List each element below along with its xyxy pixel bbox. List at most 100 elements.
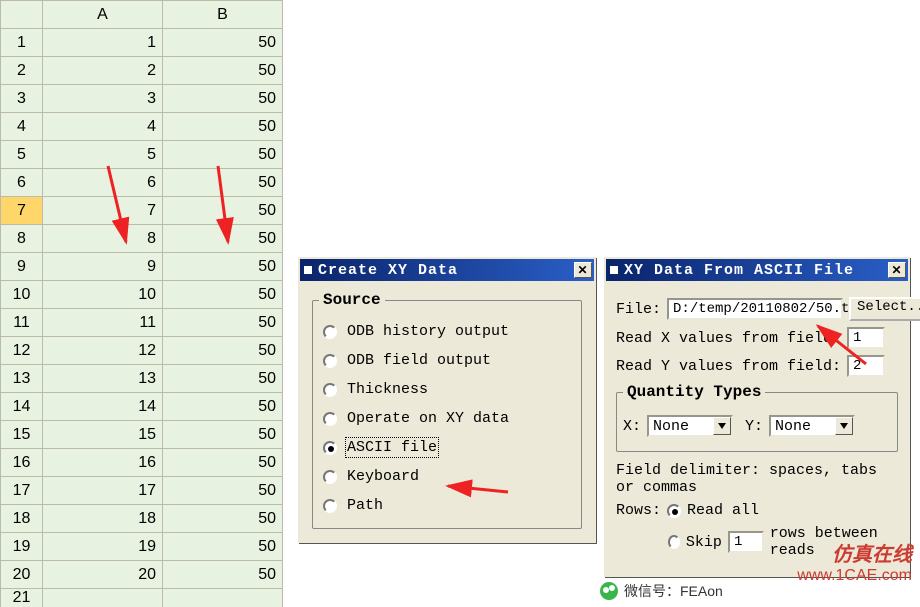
table-row[interactable]: 1150 bbox=[1, 29, 283, 57]
cell[interactable]: 50 bbox=[163, 477, 283, 505]
select-all-corner[interactable] bbox=[1, 1, 43, 29]
cell[interactable]: 50 bbox=[163, 225, 283, 253]
dialog-titlebar[interactable]: Create XY Data ✕ bbox=[300, 259, 594, 281]
table-row[interactable]: 21 bbox=[1, 589, 283, 607]
cell[interactable]: 3 bbox=[43, 85, 163, 113]
cell[interactable]: 50 bbox=[163, 421, 283, 449]
rows-skip-input[interactable]: 1 bbox=[728, 531, 764, 553]
table-row[interactable]: 141450 bbox=[1, 393, 283, 421]
source-option-odb-history[interactable]: ODB history output bbox=[319, 317, 575, 346]
table-row[interactable]: 181850 bbox=[1, 505, 283, 533]
cell[interactable]: 1 bbox=[43, 29, 163, 57]
cell[interactable]: 13 bbox=[43, 365, 163, 393]
table-row[interactable]: 202050 bbox=[1, 561, 283, 589]
source-option-operate-xy[interactable]: Operate on XY data bbox=[319, 404, 575, 433]
row-header[interactable]: 16 bbox=[1, 449, 43, 477]
table-row[interactable]: 4450 bbox=[1, 113, 283, 141]
cell[interactable]: 50 bbox=[163, 309, 283, 337]
table-row[interactable]: 161650 bbox=[1, 449, 283, 477]
radio-icon[interactable] bbox=[323, 383, 337, 397]
cell[interactable]: 19 bbox=[43, 533, 163, 561]
cell[interactable]: 2 bbox=[43, 57, 163, 85]
table-row[interactable]: 2250 bbox=[1, 57, 283, 85]
cell[interactable]: 50 bbox=[163, 337, 283, 365]
cell[interactable]: 10 bbox=[43, 281, 163, 309]
table-row[interactable]: 6650 bbox=[1, 169, 283, 197]
radio-icon[interactable] bbox=[323, 470, 337, 484]
row-header[interactable]: 10 bbox=[1, 281, 43, 309]
table-row[interactable]: 121250 bbox=[1, 337, 283, 365]
cell[interactable]: 50 bbox=[163, 113, 283, 141]
table-row[interactable]: 151550 bbox=[1, 421, 283, 449]
read-x-input[interactable]: 1 bbox=[847, 327, 885, 349]
table-row[interactable]: 3350 bbox=[1, 85, 283, 113]
cell[interactable]: 50 bbox=[163, 393, 283, 421]
cell[interactable]: 50 bbox=[163, 197, 283, 225]
radio-icon[interactable] bbox=[323, 441, 337, 455]
cell[interactable]: 12 bbox=[43, 337, 163, 365]
row-header[interactable]: 17 bbox=[1, 477, 43, 505]
close-icon[interactable]: ✕ bbox=[888, 262, 906, 278]
row-header[interactable]: 19 bbox=[1, 533, 43, 561]
column-header-a[interactable]: A bbox=[43, 1, 163, 29]
column-header-b[interactable]: B bbox=[163, 1, 283, 29]
cell[interactable]: 6 bbox=[43, 169, 163, 197]
cell[interactable]: 50 bbox=[163, 253, 283, 281]
cell[interactable]: 16 bbox=[43, 449, 163, 477]
cell[interactable]: 9 bbox=[43, 253, 163, 281]
cell[interactable] bbox=[163, 589, 283, 607]
source-option-odb-field[interactable]: ODB field output bbox=[319, 346, 575, 375]
table-row[interactable]: 7750 bbox=[1, 197, 283, 225]
close-icon[interactable]: ✕ bbox=[574, 262, 592, 278]
row-header[interactable]: 4 bbox=[1, 113, 43, 141]
cell[interactable]: 50 bbox=[163, 561, 283, 589]
radio-icon[interactable] bbox=[323, 325, 337, 339]
rows-skip-radio[interactable] bbox=[668, 535, 680, 549]
row-header[interactable]: 11 bbox=[1, 309, 43, 337]
qt-y-select[interactable]: None bbox=[769, 415, 855, 437]
source-option-thickness[interactable]: Thickness bbox=[319, 375, 575, 404]
radio-icon[interactable] bbox=[323, 354, 337, 368]
radio-icon[interactable] bbox=[323, 412, 337, 426]
row-header[interactable]: 5 bbox=[1, 141, 43, 169]
cell[interactable] bbox=[43, 589, 163, 607]
cell[interactable]: 18 bbox=[43, 505, 163, 533]
file-input[interactable]: D:/temp/20110802/50.txt bbox=[667, 298, 843, 320]
cell[interactable]: 17 bbox=[43, 477, 163, 505]
cell[interactable]: 50 bbox=[163, 85, 283, 113]
row-header[interactable]: 12 bbox=[1, 337, 43, 365]
row-header[interactable]: 8 bbox=[1, 225, 43, 253]
cell[interactable]: 50 bbox=[163, 281, 283, 309]
dialog-titlebar[interactable]: XY Data From ASCII File ✕ bbox=[606, 259, 908, 281]
chevron-down-icon[interactable] bbox=[835, 417, 853, 435]
row-header[interactable]: 9 bbox=[1, 253, 43, 281]
row-header[interactable]: 1 bbox=[1, 29, 43, 57]
row-header[interactable]: 20 bbox=[1, 561, 43, 589]
row-header[interactable]: 7 bbox=[1, 197, 43, 225]
cell[interactable]: 50 bbox=[163, 141, 283, 169]
row-header[interactable]: 13 bbox=[1, 365, 43, 393]
cell[interactable]: 14 bbox=[43, 393, 163, 421]
source-option-keyboard[interactable]: Keyboard bbox=[319, 462, 575, 491]
cell[interactable]: 11 bbox=[43, 309, 163, 337]
cell[interactable]: 50 bbox=[163, 505, 283, 533]
cell[interactable]: 50 bbox=[163, 365, 283, 393]
row-header[interactable]: 15 bbox=[1, 421, 43, 449]
spreadsheet[interactable]: A B 115022503350445055506650775088509950… bbox=[0, 0, 283, 607]
chevron-down-icon[interactable] bbox=[713, 417, 731, 435]
table-row[interactable]: 111150 bbox=[1, 309, 283, 337]
rows-readall-radio[interactable] bbox=[667, 504, 681, 518]
cell[interactable]: 50 bbox=[163, 533, 283, 561]
table-row[interactable]: 191950 bbox=[1, 533, 283, 561]
cell[interactable]: 4 bbox=[43, 113, 163, 141]
select-button[interactable]: Select... bbox=[849, 297, 920, 321]
cell[interactable]: 50 bbox=[163, 29, 283, 57]
row-header[interactable]: 14 bbox=[1, 393, 43, 421]
read-y-input[interactable]: 2 bbox=[847, 355, 885, 377]
table-row[interactable]: 101050 bbox=[1, 281, 283, 309]
row-header[interactable]: 18 bbox=[1, 505, 43, 533]
table-row[interactable]: 5550 bbox=[1, 141, 283, 169]
cell[interactable]: 15 bbox=[43, 421, 163, 449]
row-header[interactable]: 3 bbox=[1, 85, 43, 113]
cell[interactable]: 5 bbox=[43, 141, 163, 169]
